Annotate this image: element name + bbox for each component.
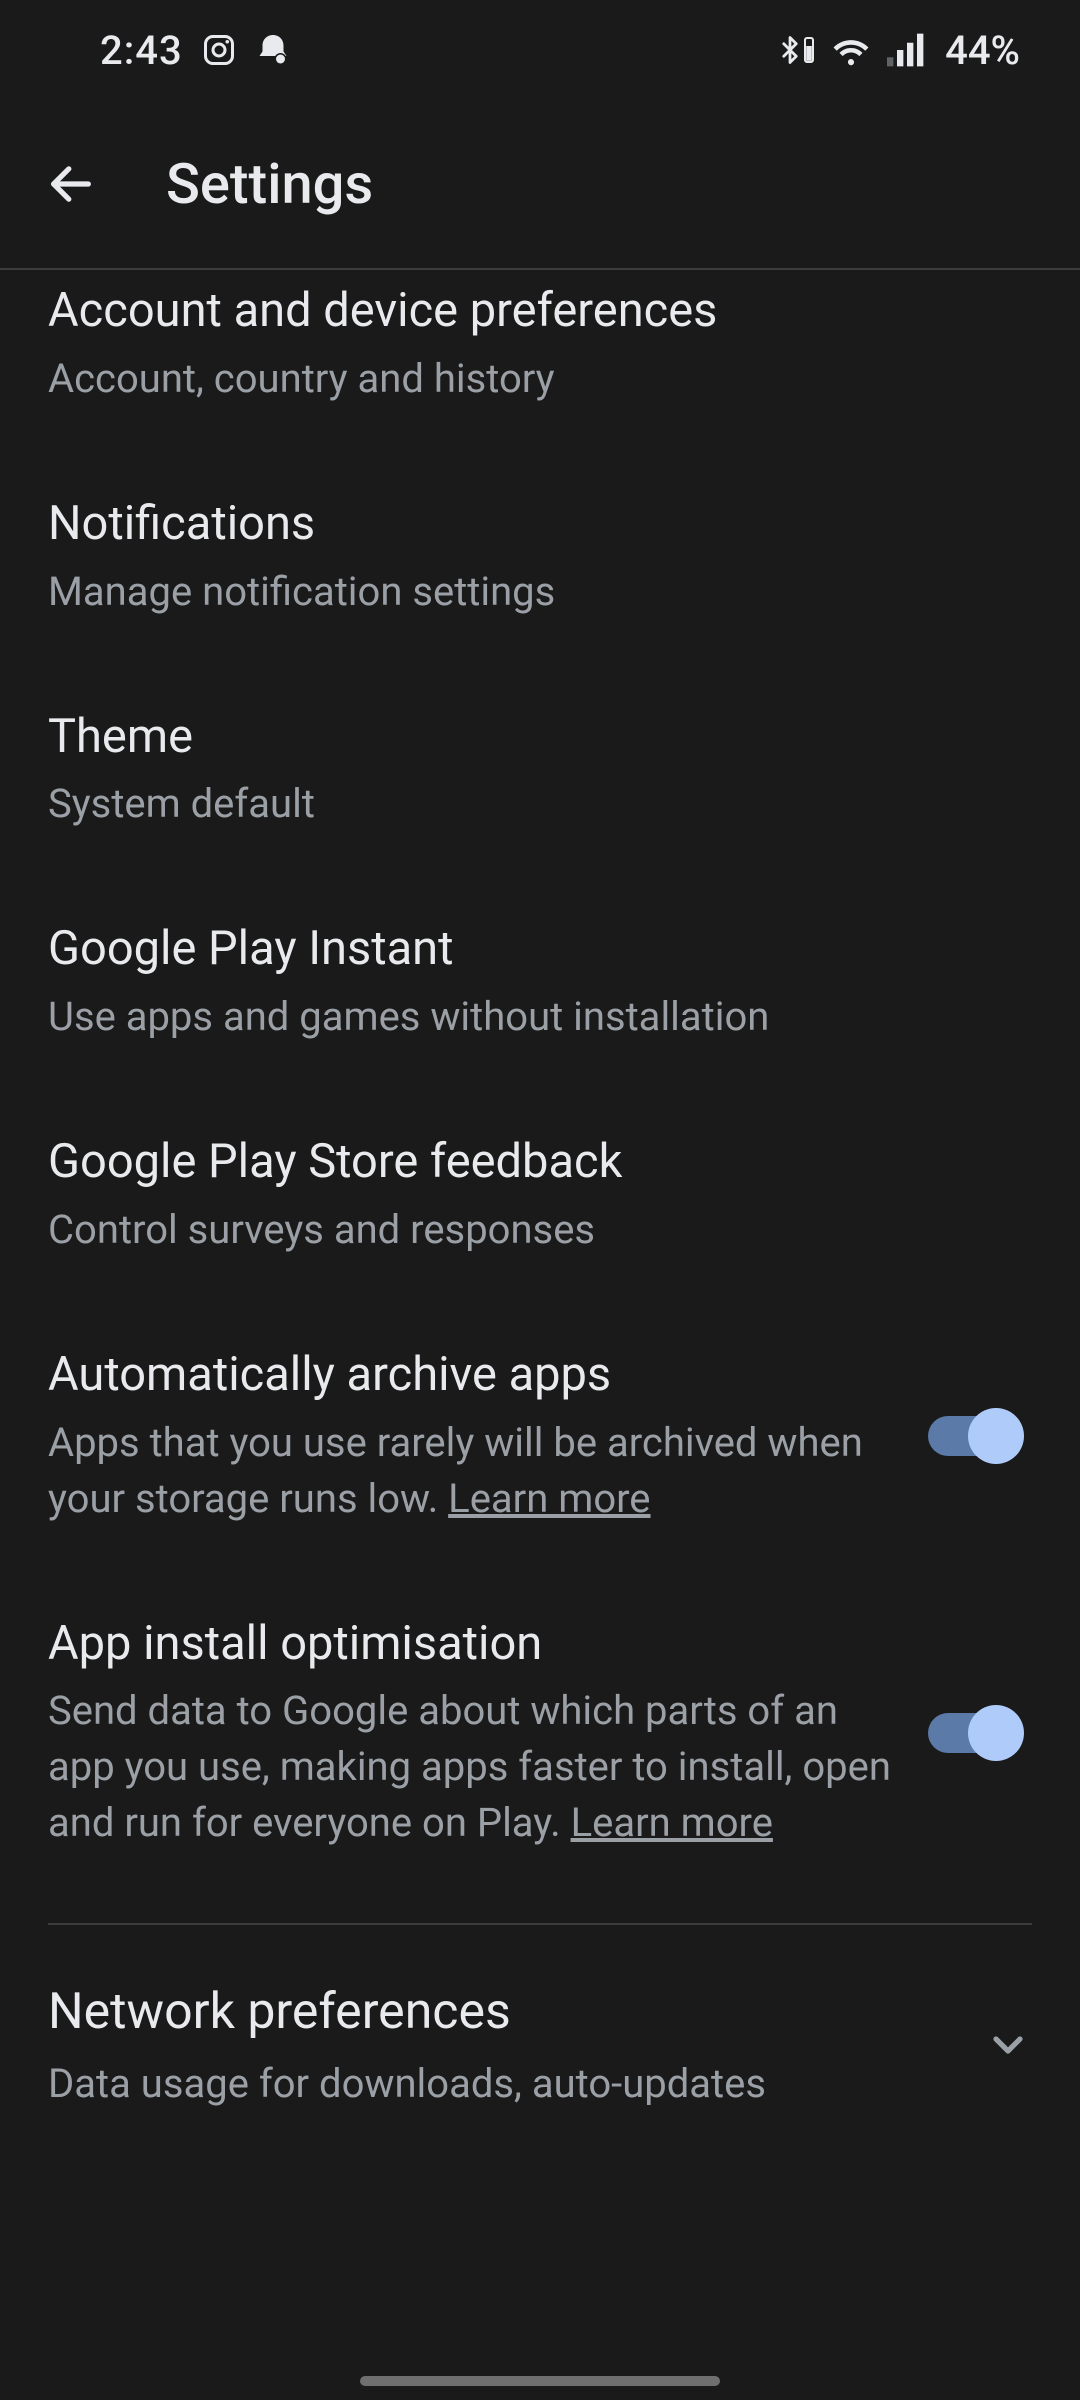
setting-account-preferences[interactable]: Account and device preferences Account, … bbox=[0, 270, 1080, 451]
cellular-signal-icon bbox=[887, 33, 927, 67]
setting-theme[interactable]: Theme System default bbox=[0, 664, 1080, 877]
section-title: Network preferences bbox=[48, 1981, 960, 2044]
setting-title: App install optimisation bbox=[48, 1615, 904, 1674]
status-bar: 2:43 bbox=[0, 0, 1080, 100]
notification-app-icon bbox=[255, 32, 291, 68]
setting-title: Notifications bbox=[48, 495, 1032, 554]
chevron-down-icon bbox=[984, 2021, 1032, 2073]
setting-title: Automatically archive apps bbox=[48, 1346, 904, 1405]
section-network-preferences[interactable]: Network preferences Data usage for downl… bbox=[0, 1925, 1080, 2112]
setting-subtitle: Use apps and games without installation bbox=[48, 989, 1032, 1045]
setting-title: Google Play Store feedback bbox=[48, 1133, 1032, 1192]
section-subtitle: Data usage for downloads, auto-updates bbox=[48, 2056, 960, 2112]
instagram-icon bbox=[201, 32, 237, 68]
gesture-handle[interactable] bbox=[360, 2376, 720, 2386]
battery-text: 44% bbox=[945, 27, 1020, 74]
arrow-left-icon bbox=[45, 158, 97, 210]
status-time: 2:43 bbox=[100, 27, 183, 74]
setting-title: Theme bbox=[48, 708, 1032, 767]
bluetooth-icon bbox=[775, 32, 815, 68]
auto-archive-toggle[interactable] bbox=[928, 1408, 1024, 1464]
setting-subtitle: Send data to Google about which parts of… bbox=[48, 1683, 904, 1851]
setting-notifications[interactable]: Notifications Manage notification settin… bbox=[0, 451, 1080, 664]
setting-store-feedback[interactable]: Google Play Store feedback Control surve… bbox=[0, 1089, 1080, 1302]
learn-more-link[interactable]: Learn more bbox=[571, 1799, 773, 1846]
status-right: 44% bbox=[775, 27, 1020, 74]
toggle-thumb bbox=[968, 1705, 1024, 1761]
setting-subtitle: Control surveys and responses bbox=[48, 1202, 1032, 1258]
setting-subtitle: Account, country and history bbox=[48, 351, 1032, 407]
install-optimisation-toggle[interactable] bbox=[928, 1705, 1024, 1761]
setting-subtitle: Manage notification settings bbox=[48, 564, 1032, 620]
setting-auto-archive[interactable]: Automatically archive apps Apps that you… bbox=[0, 1302, 1080, 1571]
settings-list: Account and device preferences Account, … bbox=[0, 270, 1080, 2112]
toggle-thumb bbox=[968, 1408, 1024, 1464]
status-left: 2:43 bbox=[100, 27, 291, 74]
setting-subtitle: System default bbox=[48, 776, 1032, 832]
setting-install-optimisation[interactable]: App install optimisation Send data to Go… bbox=[0, 1571, 1080, 1896]
wifi-icon bbox=[829, 32, 873, 68]
back-button[interactable] bbox=[36, 149, 106, 219]
page-title: Settings bbox=[166, 151, 373, 217]
setting-title: Account and device preferences bbox=[48, 282, 1032, 341]
setting-play-instant[interactable]: Google Play Instant Use apps and games w… bbox=[0, 876, 1080, 1089]
learn-more-link[interactable]: Learn more bbox=[448, 1475, 650, 1522]
app-bar: Settings bbox=[0, 100, 1080, 270]
setting-title: Google Play Instant bbox=[48, 920, 1032, 979]
setting-subtitle: Apps that you use rarely will be archive… bbox=[48, 1415, 904, 1527]
